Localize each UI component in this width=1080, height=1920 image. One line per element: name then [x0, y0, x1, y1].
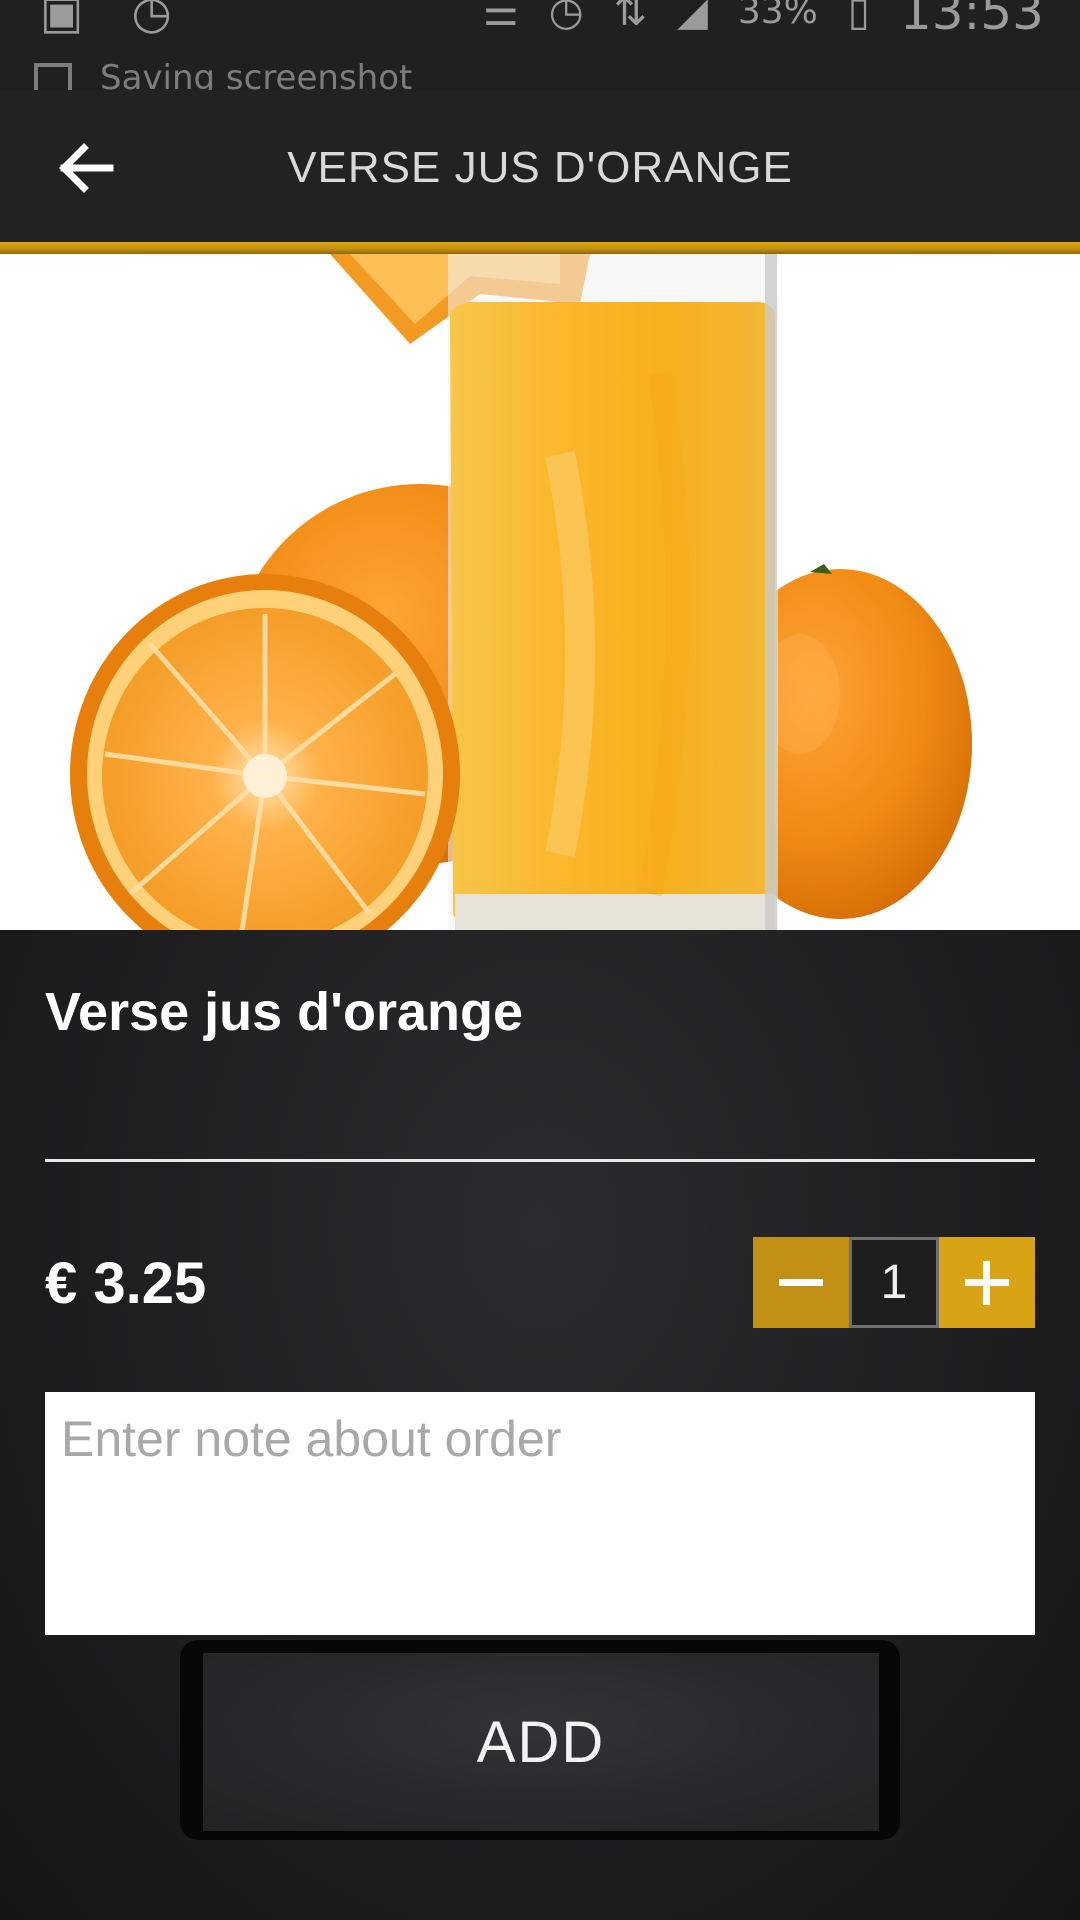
alarm-icon: ◷	[548, 0, 584, 35]
timer-icon: ◷	[131, 0, 172, 39]
battery-percentage: 33%	[737, 0, 818, 32]
image-icon: ▣	[40, 0, 84, 39]
status-bar: ▣ ◷ ☰ ◷ ⇅ ◢ 33% ▯ 13:53 Saving screensho…	[0, 0, 1080, 90]
minus-icon	[779, 1278, 823, 1286]
quantity-value[interactable]: 1	[849, 1237, 939, 1328]
app-bar: VERSE JUS D'ORANGE	[0, 90, 1080, 242]
increase-quantity-button[interactable]	[939, 1237, 1035, 1328]
screenshot-notification: Saving screenshot	[34, 58, 412, 90]
battery-charging-icon: ▯	[847, 0, 870, 35]
add-to-order-button[interactable]: ADD	[203, 1653, 879, 1831]
status-clock: 13:53	[899, 0, 1044, 41]
plus-icon	[965, 1260, 1009, 1305]
mute-vibrate-icon: ☰	[482, 0, 519, 35]
product-price: € 3.25	[45, 1251, 207, 1316]
add-button-frame: ADD	[180, 1640, 900, 1840]
screenshot-icon	[34, 63, 72, 90]
decrease-quantity-button[interactable]	[753, 1237, 849, 1328]
page-title: VERSE JUS D'ORANGE	[287, 143, 793, 192]
order-note-field[interactable]	[45, 1392, 1035, 1635]
product-image	[0, 254, 1080, 930]
header-accent-strip	[0, 242, 1080, 254]
product-name: Verse jus d'orange	[45, 982, 524, 1042]
status-right-icons: ☰ ◷ ⇅ ◢ 33% ▯ 13:53	[483, 0, 1044, 40]
status-left-icons: ▣ ◷	[40, 0, 172, 42]
signal-icon: ◢	[677, 0, 708, 35]
divider	[45, 1159, 1035, 1162]
orange-juice-illustration	[70, 254, 972, 930]
notification-text: Saving screenshot	[100, 58, 413, 90]
product-details-panel: Verse jus d'orange € 3.25 1 ADD	[0, 930, 1080, 1920]
data-transfer-icon: ⇅	[613, 0, 648, 35]
quantity-stepper: 1	[753, 1237, 1035, 1328]
